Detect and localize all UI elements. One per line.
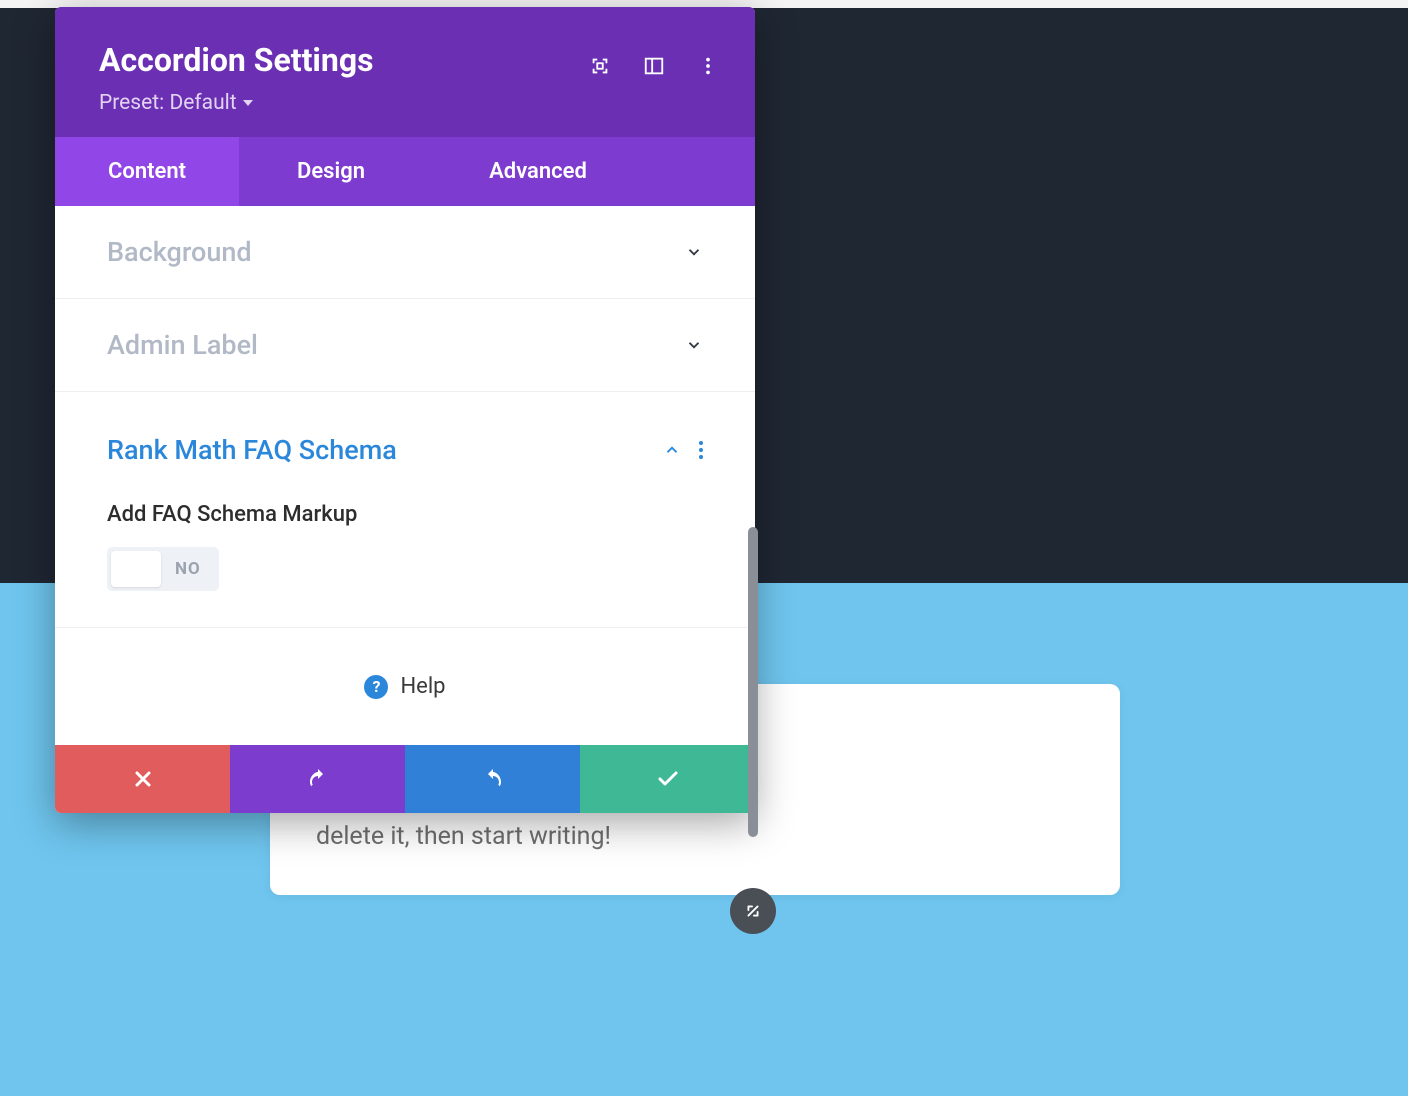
section-rank-math-faq-body: Add FAQ Schema Markup NO [55,502,755,627]
modal-action-bar [55,745,755,813]
section-label: Background [107,236,252,268]
toggle-knob [111,551,161,587]
settings-modal: Accordion Settings Preset: Default Conte… [55,7,755,813]
modal-header: Accordion Settings Preset: Default [55,7,755,137]
preset-dropdown[interactable]: Preset: Default [99,91,253,115]
sections-list: Background Admin Label Rank Math FAQ Sch… [55,206,755,627]
save-button[interactable] [580,745,755,813]
section-label: Admin Label [107,329,258,361]
faq-markup-field-label: Add FAQ Schema Markup [107,502,703,527]
section-admin-label[interactable]: Admin Label [55,299,755,392]
scrollbar-thumb[interactable] [748,527,758,837]
chevron-down-icon [685,243,703,261]
undo-button[interactable] [230,745,405,813]
redo-button[interactable] [405,745,580,813]
section-label: Rank Math FAQ Schema [107,434,397,466]
caret-down-icon [243,100,253,106]
modal-tabs: Content Design Advanced [55,137,755,206]
help-icon: ? [364,675,388,699]
toggle-value: NO [161,559,215,579]
chevron-up-icon [663,441,681,459]
more-vertical-icon[interactable] [699,441,703,459]
expand-icon[interactable] [589,55,611,77]
panel-layout-icon[interactable] [643,55,665,77]
tab-advanced[interactable]: Advanced [423,137,653,206]
preset-label: Preset: Default [99,91,237,115]
header-icon-group [589,55,719,77]
cancel-button[interactable] [55,745,230,813]
section-rank-math-faq[interactable]: Rank Math FAQ Schema [55,392,755,496]
faq-markup-toggle[interactable]: NO [107,547,219,591]
chevron-down-icon [685,336,703,354]
help-link[interactable]: ? Help [55,627,755,745]
more-vertical-icon[interactable] [697,55,719,77]
help-label: Help [400,674,445,699]
resize-handle[interactable] [730,888,776,934]
tab-content[interactable]: Content [55,137,239,206]
section-background[interactable]: Background [55,206,755,299]
tab-design[interactable]: Design [239,137,423,206]
post-body-line-2: delete it, then start writing! [316,818,1074,857]
